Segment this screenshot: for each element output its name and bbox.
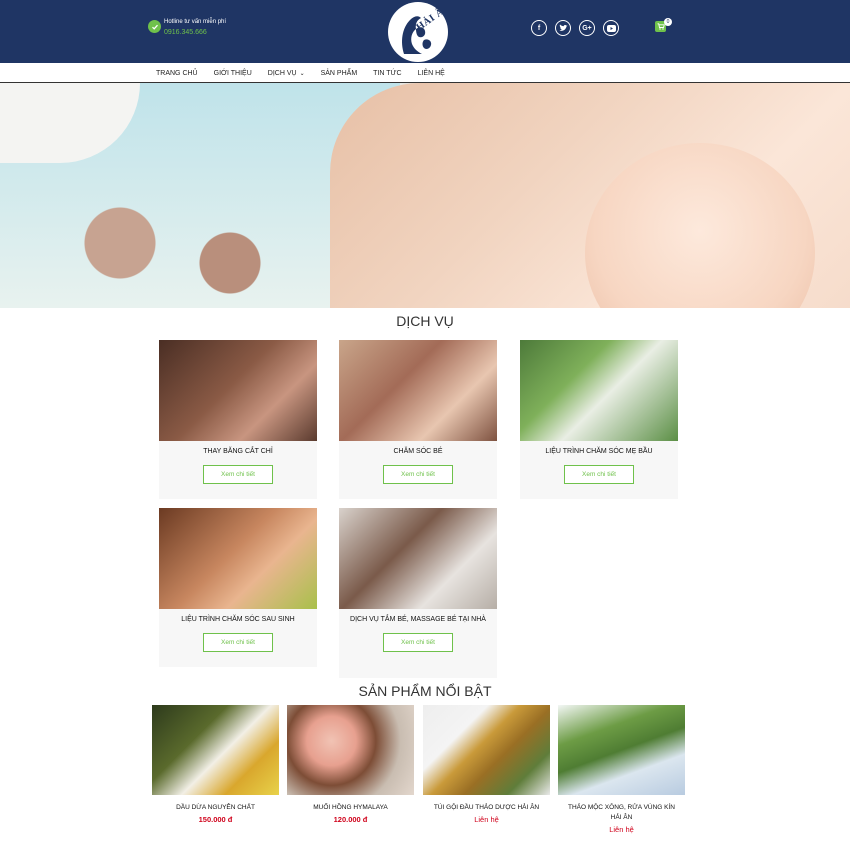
hotline[interactable]: Hotline tư vấn miễn phí 0916.345.666 xyxy=(148,18,226,37)
view-details-button[interactable]: Xem chi tiết xyxy=(383,633,453,652)
product-image[interactable] xyxy=(152,705,279,795)
product-price: 150.000 đ xyxy=(198,815,233,824)
service-image[interactable] xyxy=(339,340,497,441)
service-card: THAY BĂNG CẮT CHỈ Xem chi tiết xyxy=(159,340,317,499)
service-name[interactable]: THAY BĂNG CẮT CHỈ xyxy=(159,446,317,457)
product-name[interactable]: THẢO MỘC XÔNG, RỬA VÙNG KÍN HẢI ÂN xyxy=(558,803,685,823)
service-name[interactable]: CHĂM SÓC BÉ xyxy=(339,446,497,457)
nav-item-label: GIỚI THIỆU xyxy=(213,69,252,77)
nav-item-label: LIÊN HỆ xyxy=(417,69,445,77)
nav-item-home[interactable]: TRANG CHỦ xyxy=(148,70,206,77)
service-card: DỊCH VỤ TẮM BÉ, MASSAGE BÉ TẠI NHÀ Xem c… xyxy=(339,508,497,678)
nav-item-label: TIN TỨC xyxy=(373,69,402,77)
view-details-button[interactable]: Xem chi tiết xyxy=(203,465,273,484)
service-image[interactable] xyxy=(159,508,317,609)
nav-item-contact[interactable]: LIÊN HỆ xyxy=(410,70,453,77)
product-price: 120.000 đ xyxy=(333,815,368,824)
view-details-button[interactable]: Xem chi tiết xyxy=(203,633,273,652)
product-card: DẦU DỪA NGUYÊN CHẤT 150.000 đ xyxy=(152,705,279,824)
product-name[interactable]: MUỐI HỒNG HYMALAYA xyxy=(287,803,414,813)
service-image[interactable] xyxy=(520,340,678,441)
service-card: LIỆU TRÌNH CHĂM SÓC SAU SINH Xem chi tiế… xyxy=(159,508,317,667)
site-logo[interactable]: HẢI ÂN xyxy=(388,2,448,62)
twitter-icon[interactable] xyxy=(555,20,571,36)
nav-item-label: SẢN PHẨM xyxy=(320,69,358,77)
product-image[interactable] xyxy=(423,705,550,795)
nav-item-products[interactable]: SẢN PHẨM xyxy=(313,70,366,77)
google-plus-icon[interactable]: G+ xyxy=(579,20,595,36)
product-card: MUỐI HỒNG HYMALAYA 120.000 đ xyxy=(287,705,414,824)
nav-item-label: DỊCH VỤ xyxy=(267,69,297,77)
service-card: LIỆU TRÌNH CHĂM SÓC MẸ BẦU Xem chi tiết xyxy=(520,340,678,499)
services-title: DỊCH VỤ xyxy=(396,313,454,329)
view-details-button[interactable]: Xem chi tiết xyxy=(383,465,453,484)
product-image[interactable] xyxy=(287,705,414,795)
hero-banner[interactable] xyxy=(0,83,850,308)
site-header: Hotline tư vấn miễn phí 0916.345.666 HẢI… xyxy=(0,0,850,63)
product-name[interactable]: DẦU DỪA NGUYÊN CHẤT xyxy=(152,803,279,813)
product-image[interactable] xyxy=(558,705,685,795)
service-name[interactable]: LIỆU TRÌNH CHĂM SÓC SAU SINH xyxy=(159,614,317,625)
product-price-contact[interactable]: Liên hệ xyxy=(423,815,550,824)
cart-count-badge: 0 xyxy=(664,18,672,26)
product-card: TÚI GỘI ĐẦU THẢO DƯỢC HẢI ÂN Liên hệ xyxy=(423,705,550,824)
product-card: THẢO MỘC XÔNG, RỬA VÙNG KÍN HẢI ÂN Liên … xyxy=(558,705,685,834)
service-image[interactable] xyxy=(339,508,497,609)
youtube-icon[interactable] xyxy=(603,20,619,36)
hotline-number[interactable]: 0916.345.666 xyxy=(164,28,226,37)
service-card: CHĂM SÓC BÉ Xem chi tiết xyxy=(339,340,497,499)
view-details-button[interactable]: Xem chi tiết xyxy=(564,465,634,484)
product-name[interactable]: TÚI GỘI ĐẦU THẢO DƯỢC HẢI ÂN xyxy=(423,803,550,813)
social-links: f G+ xyxy=(531,20,627,36)
product-price-contact[interactable]: Liên hệ xyxy=(558,825,685,834)
hotline-label: Hotline tư vấn miễn phí xyxy=(164,19,227,25)
service-name[interactable]: LIỆU TRÌNH CHĂM SÓC MẸ BẦU xyxy=(520,446,678,457)
nav-item-label: TRANG CHỦ xyxy=(156,69,198,77)
facebook-icon[interactable]: f xyxy=(531,20,547,36)
nav-item-services[interactable]: DỊCH VỤ ⌄ xyxy=(260,70,313,77)
products-title: SẢN PHẨM NỔI BẬT xyxy=(358,683,492,699)
nav-item-news[interactable]: TIN TỨC xyxy=(365,70,409,77)
phone-check-icon xyxy=(148,20,161,33)
chevron-down-icon: ⌄ xyxy=(299,70,305,77)
nav-item-about[interactable]: GIỚI THIỆU xyxy=(206,70,260,77)
main-nav: TRANG CHỦ GIỚI THIỆU DỊCH VỤ ⌄ SẢN PHẨM T… xyxy=(0,63,850,83)
service-name[interactable]: DỊCH VỤ TẮM BÉ, MASSAGE BÉ TẠI NHÀ xyxy=(339,614,497,625)
service-image[interactable] xyxy=(159,340,317,441)
